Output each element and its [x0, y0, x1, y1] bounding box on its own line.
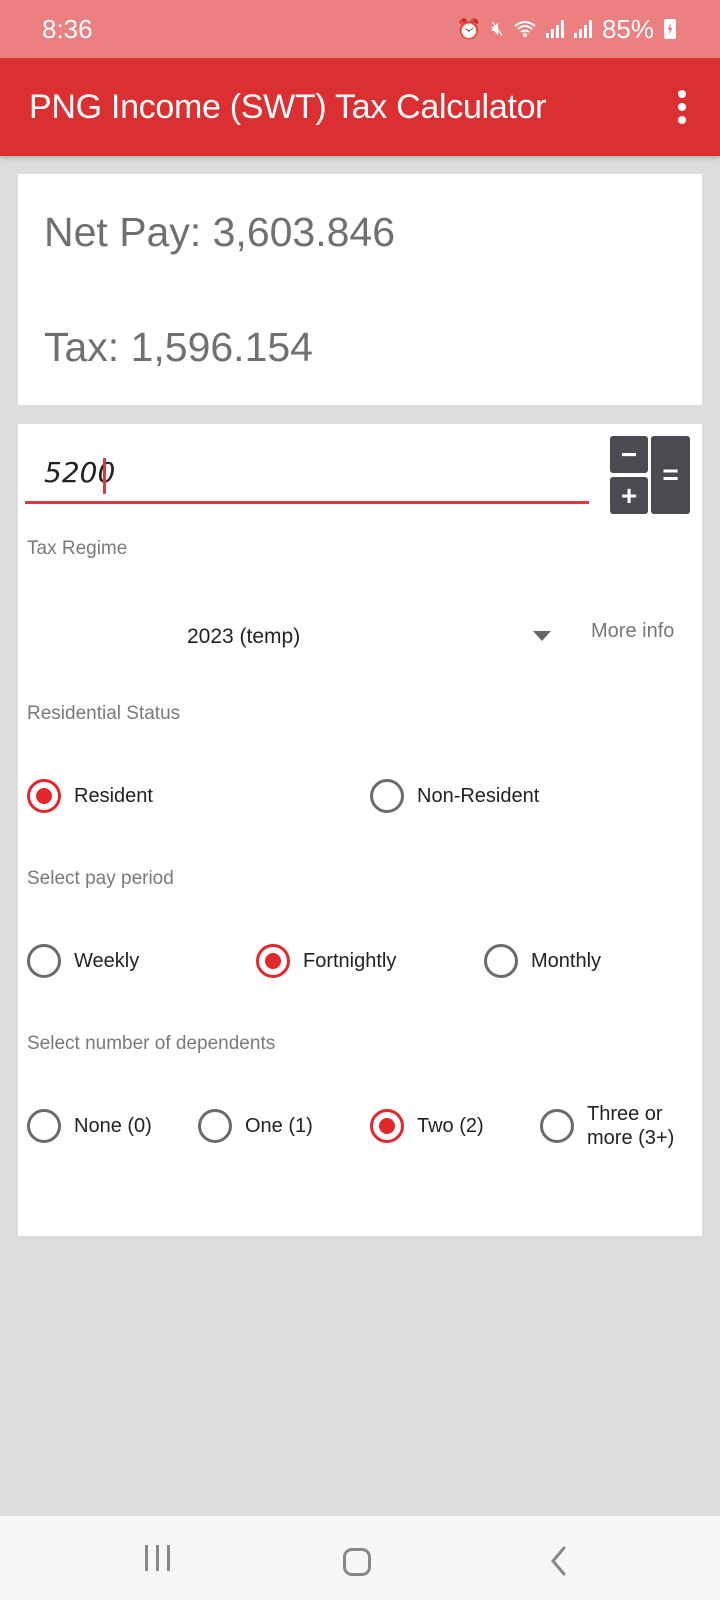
wifi-icon: [514, 20, 536, 38]
calculate-button[interactable]: =: [651, 436, 690, 514]
radio-label: One (1): [245, 1115, 313, 1137]
radio-circle-icon: [256, 944, 290, 978]
form-card: − + = Tax Regime 2023 (temp) More info R…: [18, 424, 702, 1236]
radio-circle-icon: [27, 779, 61, 813]
dropdown-arrow-icon: [533, 631, 551, 641]
radio-label: Monthly: [531, 950, 602, 972]
radio-label: Weekly: [74, 950, 140, 972]
radio-label: Non-Resident: [417, 785, 540, 807]
system-nav-bar: [0, 1516, 720, 1600]
radio-circle-icon: [27, 944, 61, 978]
radio-circle-icon: [370, 779, 404, 813]
increment-button[interactable]: +: [610, 477, 648, 514]
signal-icon: [545, 20, 564, 38]
tax-text: Tax: 1,596.154: [44, 324, 313, 370]
dependents-label: Select number of dependents: [27, 1033, 276, 1054]
back-icon[interactable]: [548, 1546, 568, 1576]
tax-regime-selected: 2023 (temp): [187, 625, 301, 648]
decrement-button[interactable]: −: [610, 436, 648, 473]
radio-label: None (0): [74, 1115, 152, 1137]
battery-charging-icon: [664, 19, 676, 39]
radio-label: Three or more (3+): [587, 1103, 675, 1149]
status-icons: ⏰ 🔇︎ 85%: [456, 14, 676, 45]
radio-circle-icon: [484, 944, 518, 978]
app-title: PNG Income (SWT) Tax Calculator: [29, 87, 547, 126]
tax-regime-label: Tax Regime: [27, 538, 128, 559]
radio-none[interactable]: None (0): [27, 1101, 152, 1151]
radio-label: Fortnightly: [303, 950, 397, 972]
app-bar: PNG Income (SWT) Tax Calculator: [0, 58, 720, 156]
residential-status-label: Residential Status: [27, 703, 181, 724]
radio-fortnightly[interactable]: Fortnightly: [256, 936, 396, 986]
status-bar: 8:36 ⏰ 🔇︎ 85%: [0, 0, 720, 58]
radio-label: Two (2): [417, 1115, 484, 1137]
radio-circle-icon: [370, 1109, 404, 1143]
pay-period-group: Weekly Fortnightly Monthly: [18, 936, 702, 986]
mute-icon: 🔇︎: [491, 17, 504, 40]
tax-regime-dropdown[interactable]: 2023 (temp): [27, 609, 551, 665]
dependents-group: None (0) One (1) Two (2) Three or more (…: [18, 1101, 702, 1151]
pay-period-label: Select pay period: [27, 868, 174, 889]
overflow-menu-icon[interactable]: [674, 84, 690, 130]
radio-resident[interactable]: Resident: [27, 771, 153, 821]
signal-icon: [573, 20, 592, 38]
income-amount-input[interactable]: [25, 444, 589, 504]
radio-label: Resident: [74, 785, 153, 807]
radio-circle-icon: [540, 1109, 574, 1143]
home-icon[interactable]: [343, 1548, 371, 1576]
status-time: 8:36: [42, 13, 93, 44]
radio-non-resident[interactable]: Non-Resident: [370, 771, 539, 821]
radio-circle-icon: [27, 1109, 61, 1143]
radio-three-or-more[interactable]: Three or more (3+): [540, 1101, 697, 1151]
alarm-icon: ⏰: [456, 18, 482, 41]
more-info-link[interactable]: More info: [591, 620, 674, 643]
net-pay-text: Net Pay: 3,603.846: [44, 209, 396, 255]
radio-weekly[interactable]: Weekly: [27, 936, 139, 986]
radio-monthly[interactable]: Monthly: [484, 936, 601, 986]
radio-circle-icon: [198, 1109, 232, 1143]
radio-one[interactable]: One (1): [198, 1101, 313, 1151]
battery-percent: 85%: [601, 13, 654, 44]
radio-two[interactable]: Two (2): [370, 1101, 484, 1151]
result-card: Net Pay: 3,603.846 Tax: 1,596.154: [18, 174, 702, 405]
residential-status-group: Resident Non-Resident: [18, 771, 702, 821]
recents-icon[interactable]: [140, 1538, 174, 1578]
text-cursor: [103, 458, 106, 494]
